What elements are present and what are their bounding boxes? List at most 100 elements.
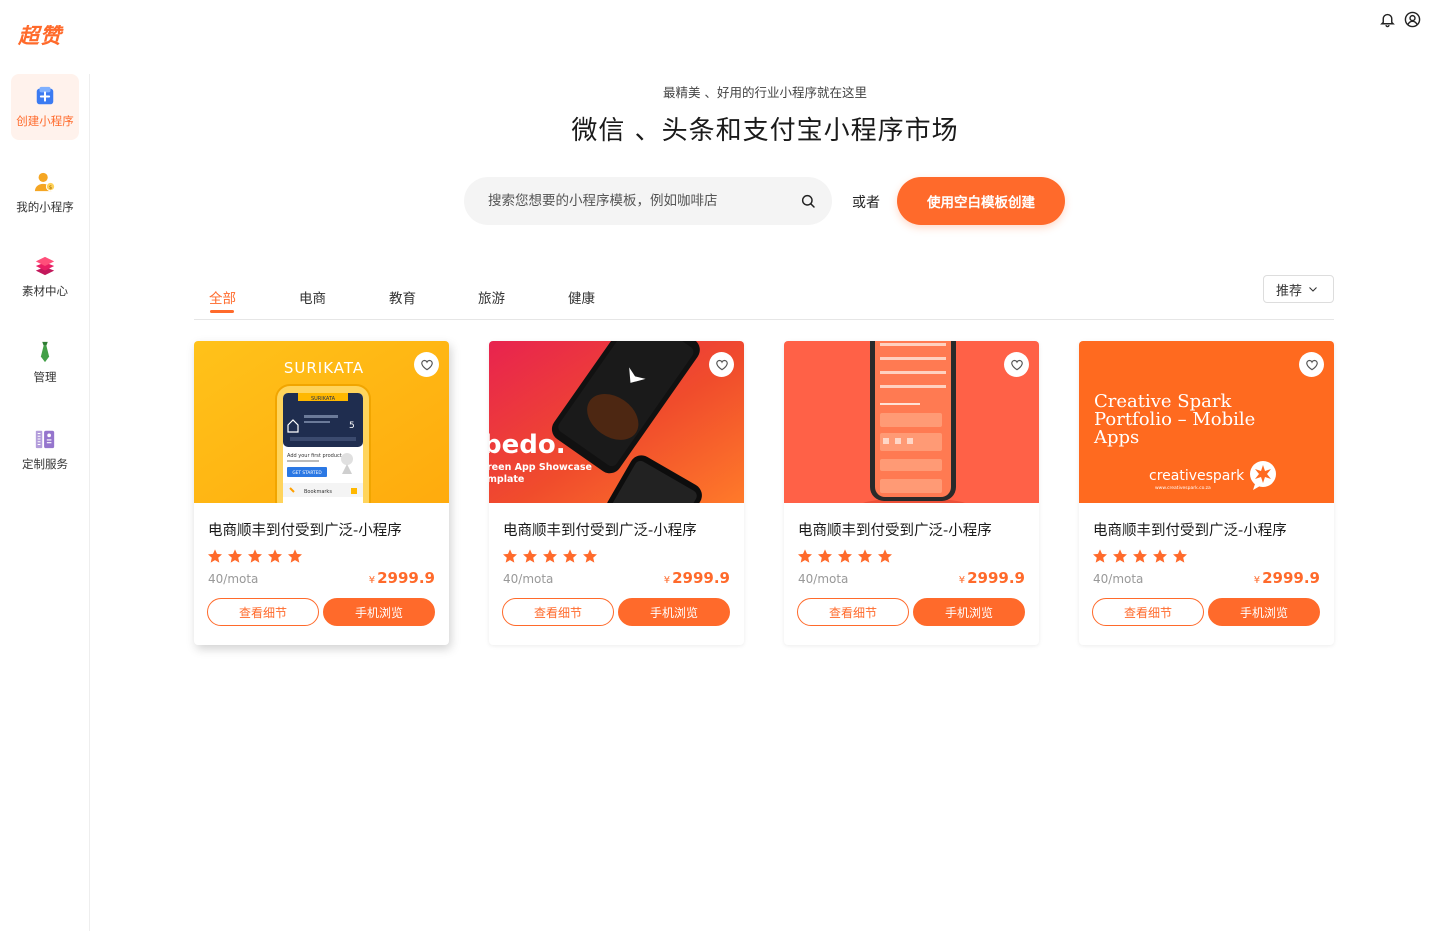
template-thumbnail[interactable]: SURIKATA SURIKATA 5 Add your first produ… (194, 341, 449, 503)
thumb-caption: Add your first product (287, 453, 342, 459)
search-bar (464, 177, 832, 225)
tab-education[interactable]: 教育 (389, 287, 416, 307)
star-icon (1093, 549, 1107, 563)
favorite-button[interactable] (414, 352, 439, 377)
thumb-line-2: mplate (489, 474, 524, 485)
currency-symbol: ¥ (368, 575, 376, 586)
sidebar-item-manage[interactable]: 管理 (11, 330, 79, 396)
price-unit: 40/mota (798, 572, 849, 586)
template-card[interactable]: 电商顺丰到付受到广泛-小程序 40/mota ¥2999.9 查看细节 手机浏览 (784, 341, 1039, 645)
sidebar: 创建小程序 $ 我的小程序 素材中心 管理 定制服务 (0, 74, 90, 931)
mobile-preview-button[interactable]: 手机浏览 (618, 598, 730, 626)
heart-icon (1010, 359, 1023, 370)
view-details-button[interactable]: 查看细节 (797, 598, 909, 626)
sort-dropdown[interactable]: 推荐 (1263, 275, 1334, 303)
star-icon (1113, 549, 1127, 563)
tab-all[interactable]: 全部 (209, 287, 236, 313)
currency-symbol: ¥ (663, 575, 671, 586)
tab-label: 旅游 (478, 291, 505, 307)
tools-icon (35, 430, 55, 449)
sidebar-item-label: 素材中心 (22, 284, 68, 298)
template-title[interactable]: 电商顺丰到付受到广泛-小程序 (1093, 519, 1287, 540)
thumb-brand-text: SURIKATA (284, 359, 364, 377)
price-unit: 40/mota (503, 572, 554, 586)
hero-subtitle: 最精美 、好用的行业小程序就在这里 (663, 85, 867, 100)
price: ¥2999.9 (664, 569, 730, 587)
mobile-preview-button[interactable]: 手机浏览 (323, 598, 435, 626)
star-icon (503, 549, 517, 563)
tab-label: 健康 (568, 291, 595, 307)
sidebar-item-custom-service[interactable]: 定制服务 (11, 417, 79, 483)
create-blank-template-button[interactable]: 使用空白模板创建 (897, 177, 1065, 225)
star-icon (583, 549, 597, 563)
tab-label: 教育 (389, 291, 416, 307)
thumb-brand-text: creativespark (1149, 468, 1245, 484)
view-details-button[interactable]: 查看细节 (207, 598, 319, 626)
view-details-button[interactable]: 查看细节 (502, 598, 614, 626)
star-icon (523, 549, 537, 563)
bell-icon[interactable] (1379, 11, 1396, 28)
price-unit: 40/mota (208, 572, 259, 586)
price-value: 2999.9 (377, 569, 435, 587)
star-icon (798, 549, 812, 563)
thumb-line-3: Apps (1093, 427, 1139, 448)
thumb-cta: GET STARTED (292, 470, 322, 476)
star-icon (818, 549, 832, 563)
template-card[interactable]: bedo. reen App Showcase mplate 电商顺丰到付受到广… (489, 341, 744, 645)
sidebar-item-label: 我的小程序 (16, 200, 74, 214)
thumb-badge-number: 5 (349, 421, 355, 431)
mobile-preview-button[interactable]: 手机浏览 (1208, 598, 1320, 626)
template-thumbnail[interactable] (784, 341, 1039, 503)
heart-icon (715, 359, 728, 370)
template-title[interactable]: 电商顺丰到付受到广泛-小程序 (798, 519, 992, 540)
favorite-button[interactable] (1004, 352, 1029, 377)
heart-icon (420, 359, 433, 370)
user-circle-icon[interactable] (1404, 11, 1421, 28)
tab-health[interactable]: 健康 (568, 287, 595, 307)
rating-stars (797, 548, 893, 564)
star-icon (288, 549, 302, 563)
sidebar-item-my-apps[interactable]: $ 我的小程序 (11, 160, 79, 226)
rating-stars (502, 548, 598, 564)
thumb-url: www.creativespark.co.za (1155, 485, 1211, 491)
price-value: 2999.9 (967, 569, 1025, 587)
favorite-button[interactable] (1299, 352, 1324, 377)
template-card[interactable]: SURIKATA SURIKATA 5 Add your first produ… (194, 341, 449, 645)
template-thumbnail[interactable]: bedo. reen App Showcase mplate (489, 341, 744, 503)
sort-selected-value: 推荐 (1276, 283, 1303, 299)
mobile-preview-button[interactable]: 手机浏览 (913, 598, 1025, 626)
price-value: 2999.9 (1262, 569, 1320, 587)
template-title[interactable]: 电商顺丰到付受到广泛-小程序 (208, 519, 402, 540)
thumb-row-label: Bookmarks (304, 489, 332, 495)
template-title[interactable]: 电商顺丰到付受到广泛-小程序 (503, 519, 697, 540)
search-icon[interactable] (800, 193, 816, 209)
sidebar-item-materials[interactable]: 素材中心 (11, 244, 79, 310)
star-icon (1153, 549, 1167, 563)
favorite-button[interactable] (709, 352, 734, 377)
brand-logo[interactable]: 超赞 (18, 20, 62, 50)
search-input[interactable] (488, 177, 788, 225)
star-icon (248, 549, 262, 563)
price: ¥2999.9 (959, 569, 1025, 587)
star-icon (563, 549, 577, 563)
price: ¥2999.9 (1254, 569, 1320, 587)
tab-travel[interactable]: 旅游 (478, 287, 505, 307)
template-card[interactable]: Creative Spark Portfolio – Mobile Apps c… (1079, 341, 1334, 645)
or-label: 或者 (852, 195, 880, 211)
template-thumbnail[interactable]: Creative Spark Portfolio – Mobile Apps c… (1079, 341, 1334, 503)
svg-text:$: $ (49, 185, 53, 191)
sidebar-item-label: 定制服务 (22, 457, 68, 471)
sidebar-item-label: 管理 (33, 370, 57, 384)
category-tabs: 全部 电商 教育 旅游 健康 (194, 287, 1334, 320)
star-icon (208, 549, 222, 563)
tab-active-indicator (210, 310, 234, 313)
thumb-brand-mini: SURIKATA (311, 396, 336, 402)
heart-icon (1305, 359, 1318, 370)
star-icon (228, 549, 242, 563)
thumb-brand-text: bedo. (489, 430, 566, 460)
star-icon (268, 549, 282, 563)
view-details-button[interactable]: 查看细节 (1092, 598, 1204, 626)
star-icon (1133, 549, 1147, 563)
price-value: 2999.9 (672, 569, 730, 587)
tab-ecommerce[interactable]: 电商 (299, 287, 326, 307)
